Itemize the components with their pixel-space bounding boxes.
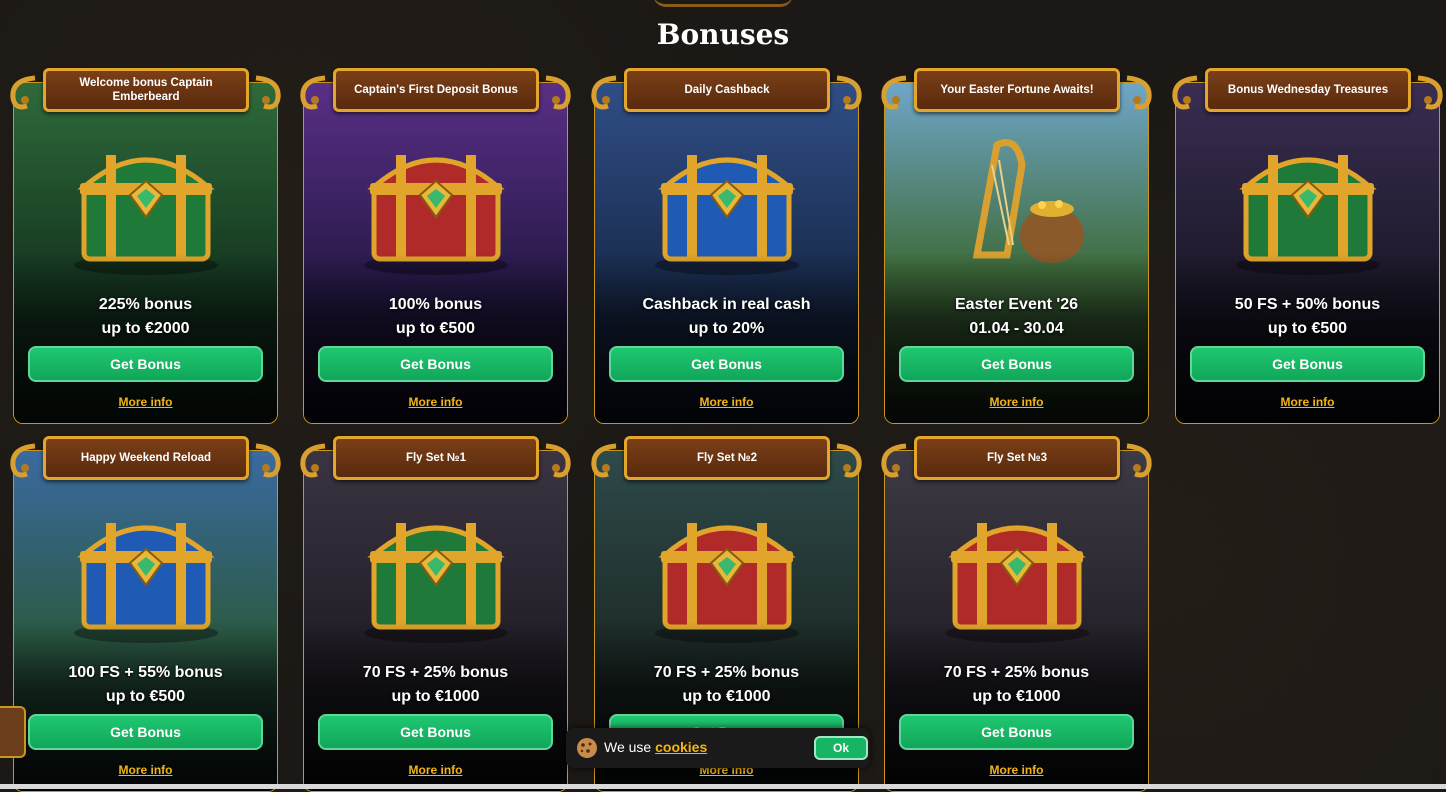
- more-info-link[interactable]: More info: [1176, 395, 1439, 409]
- offer-line-1: 100% bonus: [388, 296, 483, 313]
- offer-line-1: 50 FS + 50% bonus: [1234, 296, 1381, 313]
- offer-line-2: up to €500: [1267, 320, 1348, 337]
- bonus-card: 50 FS + 50% bonus up to €500 Get Bonus More…: [1175, 82, 1440, 424]
- bonus-title-badge: Captain's First Deposit Bonus: [333, 68, 539, 112]
- bonus-card: 100% bonus up to €500 Get Bonus More info: [303, 82, 568, 424]
- bonus-card: 70 FS + 25% bonus up to €1000 Get Bonus Mor…: [884, 450, 1149, 792]
- bonus-title-badge: Bonus Wednesday Treasures: [1205, 68, 1411, 112]
- get-bonus-button[interactable]: Get Bonus: [28, 346, 263, 382]
- get-bonus-button[interactable]: Get Bonus: [318, 346, 553, 382]
- more-info-link[interactable]: More info: [595, 395, 858, 409]
- cookie-ok-button[interactable]: Ok: [814, 736, 868, 760]
- bonus-card: Cashback in real cash up to 20% Get Bonus M…: [594, 82, 859, 424]
- bonus-card: 100 FS + 55% bonus up to €500 Get Bonus Mor…: [13, 450, 278, 792]
- get-bonus-button[interactable]: Get Bonus: [318, 714, 553, 750]
- scroll-ornament-left: [586, 74, 620, 114]
- offer-line-1: Easter Event '26: [955, 296, 1078, 313]
- side-tab[interactable]: [0, 706, 26, 758]
- bonus-title-badge: Welcome bonus Captain Emberbeard: [43, 68, 249, 112]
- scroll-ornament-left: [876, 442, 910, 482]
- offer-line-2: up to €500: [105, 688, 186, 705]
- get-bonus-button[interactable]: Get Bonus: [899, 714, 1134, 750]
- bonus-offer: 70 FS + 25% bonus up to €1000: [595, 661, 858, 709]
- scroll-ornament-right: [542, 442, 576, 482]
- cookie-icon: [577, 738, 597, 758]
- bonus-offer: 100% bonus up to €500: [304, 293, 567, 341]
- scroll-ornament-right: [252, 442, 286, 482]
- offer-line-1: Cashback in real cash: [642, 296, 811, 313]
- bonus-offer: 100 FS + 55% bonus up to €500: [14, 661, 277, 709]
- scroll-ornament-left: [586, 442, 620, 482]
- more-info-link[interactable]: More info: [304, 763, 567, 777]
- bonus-title-badge: Happy Weekend Reload: [43, 436, 249, 480]
- more-info-link[interactable]: More info: [304, 395, 567, 409]
- cookie-banner: We use cookies Ok: [566, 728, 870, 768]
- bonus-offer: 50 FS + 50% bonus up to €500: [1176, 293, 1439, 341]
- scroll-ornament-right: [1123, 442, 1157, 482]
- more-info-link[interactable]: More info: [14, 763, 277, 777]
- bonus-offer: Cashback in real cash up to 20%: [595, 293, 858, 341]
- more-info-link[interactable]: More info: [885, 395, 1148, 409]
- get-bonus-button[interactable]: Get Bonus: [899, 346, 1134, 382]
- title-ornament: [653, 0, 793, 7]
- scroll-ornament-right: [833, 442, 867, 482]
- scroll-ornament-right: [833, 74, 867, 114]
- scroll-ornament-left: [5, 442, 39, 482]
- more-info-link[interactable]: More info: [14, 395, 277, 409]
- more-info-link[interactable]: More info: [885, 763, 1148, 777]
- page-title: Bonuses: [656, 18, 790, 51]
- offer-line-2: up to 20%: [688, 320, 765, 337]
- offer-line-2: up to €1000: [972, 688, 1061, 705]
- bonus-offer: 225% bonus up to €2000: [14, 293, 277, 341]
- cookie-text: We use cookies: [604, 739, 708, 755]
- bonus-title-badge: Daily Cashback: [624, 68, 830, 112]
- offer-line-2: up to €2000: [101, 320, 190, 337]
- offer-line-2: 01.04 - 30.04: [969, 320, 1064, 337]
- bottom-scrollbar[interactable]: [0, 784, 1446, 789]
- offer-line-1: 225% bonus: [98, 296, 193, 313]
- scroll-ornament-right: [1414, 74, 1446, 114]
- cookies-link[interactable]: cookies: [655, 739, 707, 755]
- scroll-ornament-right: [1123, 74, 1157, 114]
- offer-line-1: 70 FS + 25% bonus: [943, 664, 1090, 681]
- scroll-ornament-right: [542, 74, 576, 114]
- bonus-offer: Easter Event '26 01.04 - 30.04: [885, 293, 1148, 341]
- scroll-ornament-left: [876, 74, 910, 114]
- get-bonus-button[interactable]: Get Bonus: [1190, 346, 1425, 382]
- offer-line-1: 70 FS + 25% bonus: [362, 664, 509, 681]
- scroll-ornament-left: [1167, 74, 1201, 114]
- bonus-offer: 70 FS + 25% bonus up to €1000: [885, 661, 1148, 709]
- bonus-card: 225% bonus up to €2000 Get Bonus More info: [13, 82, 278, 424]
- offer-line-2: up to €1000: [682, 688, 771, 705]
- scroll-ornament-left: [295, 74, 329, 114]
- offer-line-1: 100 FS + 55% bonus: [68, 664, 223, 681]
- bonus-title-badge: Fly Set №1: [333, 436, 539, 480]
- offer-line-1: 70 FS + 25% bonus: [653, 664, 800, 681]
- scroll-ornament-left: [295, 442, 329, 482]
- get-bonus-button[interactable]: Get Bonus: [28, 714, 263, 750]
- bonus-offer: 70 FS + 25% bonus up to €1000: [304, 661, 567, 709]
- bonus-title-badge: Your Easter Fortune Awaits!: [914, 68, 1120, 112]
- bonus-card: Easter Event '26 01.04 - 30.04 Get Bonus Mo…: [884, 82, 1149, 424]
- offer-line-2: up to €500: [395, 320, 476, 337]
- scroll-ornament-right: [252, 74, 286, 114]
- bonus-title-badge: Fly Set №2: [624, 436, 830, 480]
- scroll-ornament-left: [5, 74, 39, 114]
- offer-line-2: up to €1000: [391, 688, 480, 705]
- get-bonus-button[interactable]: Get Bonus: [609, 346, 844, 382]
- bonus-title-badge: Fly Set №3: [914, 436, 1120, 480]
- bonus-card: 70 FS + 25% bonus up to €1000 Get Bonus Mor…: [303, 450, 568, 792]
